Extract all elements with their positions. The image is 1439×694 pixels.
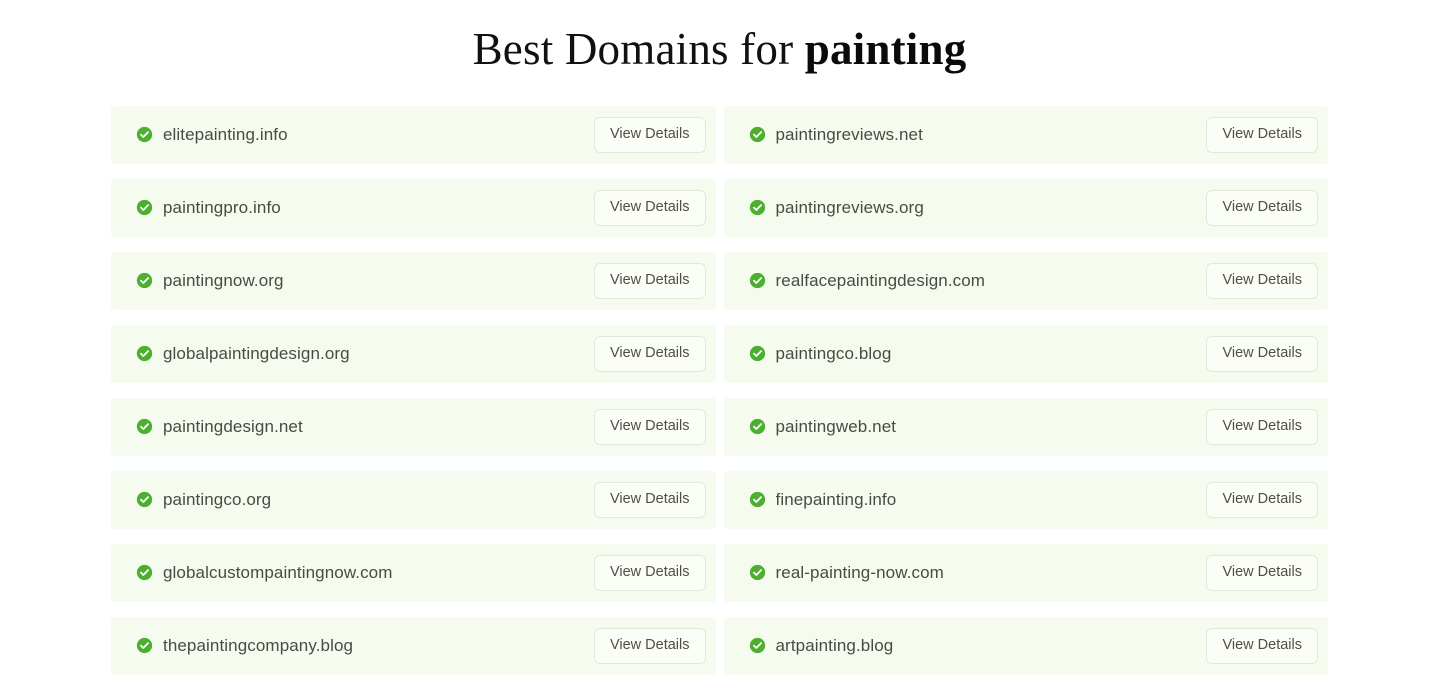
view-details-button[interactable]: View Details — [593, 336, 706, 372]
check-circle-icon — [136, 491, 153, 508]
view-details-button[interactable]: View Details — [1206, 409, 1318, 445]
domain-name: finepainting.info — [775, 489, 897, 509]
view-details-button[interactable]: View Details — [593, 555, 706, 591]
domain-name: paintingnow.org — [163, 270, 284, 290]
check-circle-icon — [136, 345, 153, 362]
view-details-button[interactable]: View Details — [1206, 482, 1318, 518]
domain-card[interactable]: paintingreviews.org View Details — [723, 178, 1328, 237]
domain-card[interactable]: finepainting.info View Details — [723, 470, 1328, 529]
domain-card[interactable]: paintingco.org View Details — [111, 470, 716, 529]
check-circle-icon — [749, 418, 766, 435]
domain-card-info: globalcustompaintingnow.com — [136, 563, 594, 583]
check-circle-icon — [749, 345, 766, 362]
check-circle-icon — [136, 637, 153, 654]
domain-name: real-painting-now.com — [775, 562, 944, 582]
domain-name: thepaintingcompany.blog — [163, 635, 354, 655]
domain-card-info: thepaintingcompany.blog — [136, 636, 594, 656]
view-details-button[interactable]: View Details — [1206, 263, 1318, 299]
domain-card-info: paintingpro.info — [136, 198, 594, 218]
domain-card[interactable]: globalpaintingdesign.org View Details — [111, 324, 716, 383]
view-details-button[interactable]: View Details — [1206, 190, 1318, 226]
page-title-prefix: Best Domains for — [472, 24, 805, 74]
domain-card-info: paintingco.blog — [749, 344, 1207, 364]
check-circle-icon — [136, 126, 153, 143]
check-circle-icon — [136, 564, 153, 581]
view-details-button[interactable]: View Details — [1206, 555, 1318, 591]
check-circle-icon — [749, 564, 766, 581]
domain-card-info: paintingdesign.net — [136, 417, 594, 437]
domain-card[interactable]: paintingco.blog View Details — [723, 324, 1328, 383]
domain-card-info: paintingreviews.net — [749, 125, 1207, 145]
view-details-button[interactable]: View Details — [593, 263, 706, 299]
domain-name: artpainting.blog — [775, 635, 894, 655]
domain-name: paintingreviews.net — [775, 124, 923, 144]
domain-card-info: paintingnow.org — [136, 271, 594, 291]
domain-card[interactable]: paintingpro.info View Details — [111, 178, 716, 237]
check-circle-icon — [749, 491, 766, 508]
domain-card-info: paintingco.org — [136, 490, 594, 510]
view-details-button[interactable]: View Details — [1206, 628, 1318, 664]
domain-card[interactable]: paintingreviews.net View Details — [723, 105, 1328, 164]
domain-card-info: paintingreviews.org — [749, 198, 1207, 218]
view-details-button[interactable]: View Details — [593, 482, 706, 518]
page-title: Best Domains for painting — [0, 0, 1439, 77]
domain-name: paintingdesign.net — [163, 416, 303, 436]
domain-name: elitepainting.info — [163, 124, 288, 144]
domain-card[interactable]: paintingnow.org View Details — [111, 251, 716, 310]
check-circle-icon — [749, 272, 766, 289]
domain-name: globalcustompaintingnow.com — [163, 562, 393, 582]
domain-card[interactable]: globalcustompaintingnow.com View Details — [111, 543, 716, 602]
domain-card[interactable]: elitepainting.info View Details — [111, 105, 716, 164]
domain-card[interactable]: paintingdesign.net View Details — [111, 397, 716, 456]
check-circle-icon — [136, 418, 153, 435]
page-title-keyword: painting — [804, 24, 967, 74]
domain-card-info: realfacepaintingdesign.com — [749, 271, 1207, 291]
domain-card[interactable]: thepaintingcompany.blog View Details — [111, 616, 716, 675]
check-circle-icon — [749, 199, 766, 216]
domain-card[interactable]: artpainting.blog View Details — [723, 616, 1328, 675]
domain-name: paintingweb.net — [775, 416, 897, 436]
domain-name: paintingpro.info — [163, 197, 281, 217]
check-circle-icon — [749, 126, 766, 143]
domain-card-info: real-painting-now.com — [749, 563, 1207, 583]
domain-name: paintingco.blog — [775, 343, 892, 363]
domain-card-info: elitepainting.info — [136, 125, 594, 145]
view-details-button[interactable]: View Details — [593, 628, 706, 664]
view-details-button[interactable]: View Details — [1206, 117, 1318, 153]
domain-name: globalpaintingdesign.org — [163, 343, 350, 363]
check-circle-icon — [749, 637, 766, 654]
domain-name: paintingco.org — [163, 489, 272, 509]
domain-results-grid: elitepainting.info View Details paintingre… — [0, 105, 1439, 675]
domain-card[interactable]: paintingweb.net View Details — [723, 397, 1328, 456]
view-details-button[interactable]: View Details — [593, 409, 706, 445]
domain-card-info: finepainting.info — [749, 490, 1207, 510]
view-details-button[interactable]: View Details — [593, 190, 706, 226]
domain-card-info: artpainting.blog — [749, 636, 1207, 656]
domain-card[interactable]: real-painting-now.com View Details — [723, 543, 1328, 602]
domain-results-page: Best Domains for painting elitepainting.… — [0, 0, 1439, 694]
domain-card[interactable]: realfacepaintingdesign.com View Details — [723, 251, 1328, 310]
domain-card-info: globalpaintingdesign.org — [136, 344, 594, 364]
view-details-button[interactable]: View Details — [593, 117, 706, 153]
domain-card-info: paintingweb.net — [749, 417, 1207, 437]
domain-name: realfacepaintingdesign.com — [775, 270, 986, 290]
view-details-button[interactable]: View Details — [1206, 336, 1318, 372]
check-circle-icon — [136, 272, 153, 289]
domain-name: paintingreviews.org — [775, 197, 924, 217]
check-circle-icon — [136, 199, 153, 216]
